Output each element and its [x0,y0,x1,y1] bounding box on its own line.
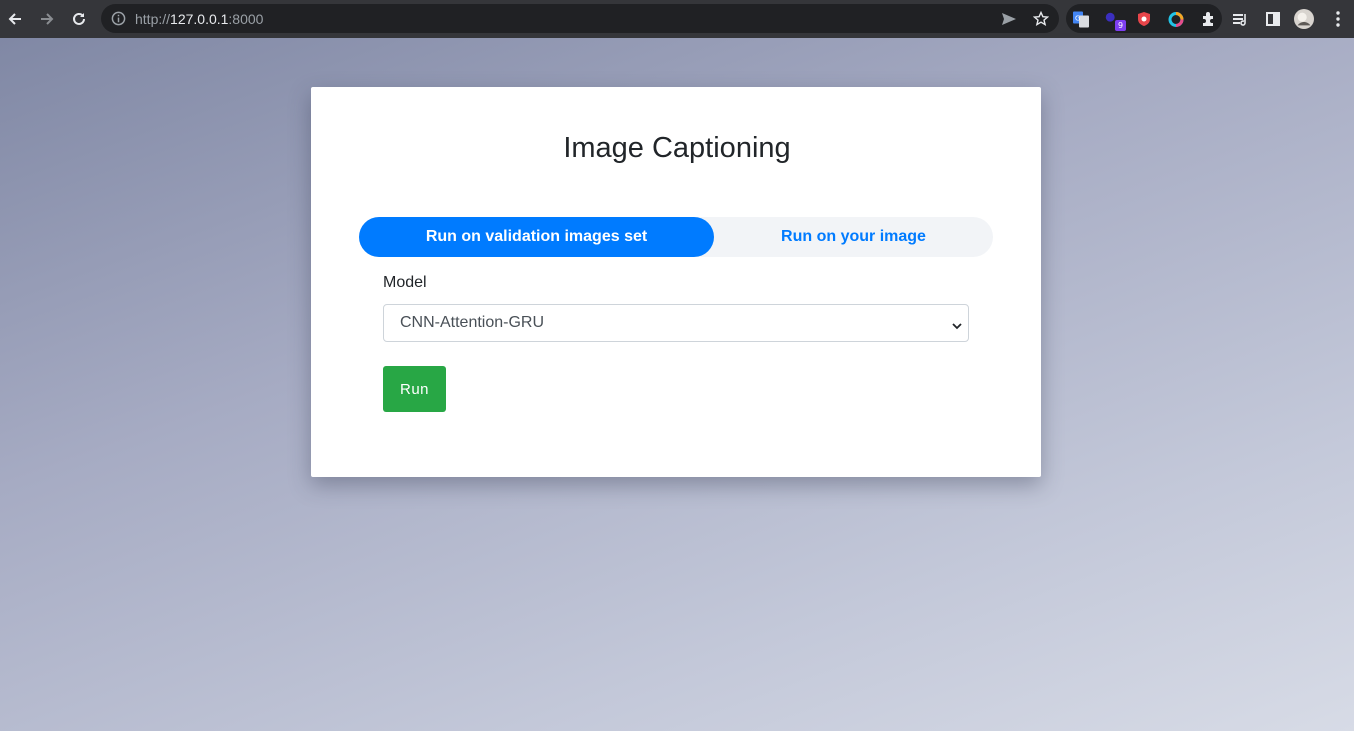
extensions-group: G 9 [1066,4,1222,33]
forward-arrow-icon[interactable] [35,7,59,31]
svg-text:G: G [1075,14,1080,22]
info-icon[interactable] [111,11,126,26]
browser-toolbar: http://127.0.0.1:8000 G 9 [0,0,1354,38]
tab-validation-set[interactable]: Run on validation images set [359,217,714,257]
shield-icon[interactable] [1136,11,1152,27]
model-select[interactable]: CNN-Attention-GRU [383,304,969,342]
run-button[interactable]: Run [383,366,446,412]
color-ring-icon[interactable] [1168,11,1184,27]
tab-your-image[interactable]: Run on your image [714,217,993,257]
extension-badge-count: 9 [1115,20,1126,31]
side-panel-icon[interactable] [1263,9,1283,29]
mode-tabs: Run on validation images set Run on your… [359,217,993,257]
url-scheme: http:// [135,11,171,27]
model-label: Model [383,274,427,291]
address-bar[interactable]: http://127.0.0.1:8000 [101,4,1059,33]
url-text[interactable]: http://127.0.0.1:8000 [135,11,263,27]
reading-list-icon[interactable] [1231,9,1251,29]
back-arrow-icon[interactable] [3,7,27,31]
chevron-down-icon [952,318,962,330]
puzzle-icon[interactable] [1200,11,1216,27]
reload-icon[interactable] [67,7,91,31]
star-icon[interactable] [1032,10,1050,28]
google-translate-icon[interactable]: G [1073,11,1089,27]
kebab-menu-icon[interactable] [1328,9,1348,29]
url-host: 127.0.0.1 [170,11,229,27]
url-port: :8000 [228,11,264,27]
send-icon[interactable] [1000,10,1018,28]
page-title: Image Captioning [563,132,791,164]
avatar[interactable] [1294,9,1314,29]
model-select-value: CNN-Attention-GRU [400,314,545,331]
